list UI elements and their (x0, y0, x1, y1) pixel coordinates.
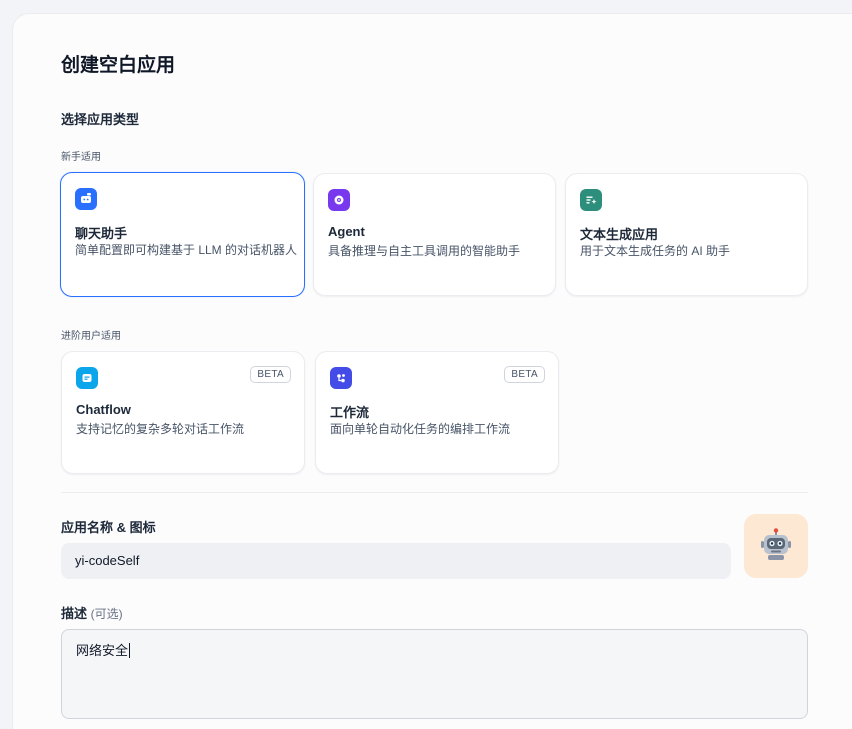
card-description: 用于文本生成任务的 AI 助手 (580, 244, 731, 258)
beginner-label: 新手适用 (61, 152, 101, 163)
description-label: 描述 (可选) (61, 603, 123, 622)
description-value: 网络安全 (76, 643, 129, 658)
text-caret (129, 643, 131, 658)
dialog-title: 创建空白应用 (61, 55, 176, 76)
text-generator-icon (580, 189, 602, 211)
robot-emoji-icon (759, 527, 793, 566)
card-description: 具备推理与自主工具调用的智能助手 (328, 244, 521, 258)
app-type-card-chat-assistant[interactable]: 聊天助手 简单配置即可构建基于 LLM 的对话机器人 (60, 172, 305, 297)
description-textarea[interactable]: 网络安全 (61, 629, 808, 719)
app-type-card-workflow[interactable]: BETA 工作流 面向单轮自动化任务的编排工作流 (315, 351, 559, 474)
create-app-dialog: 创建空白应用 选择应用类型 新手适用 聊天助手 简单配置即可构建基于 LLM 的… (13, 14, 852, 729)
app-name-label: 应用名称 & 图标 (61, 520, 156, 535)
card-title: 聊天助手 (75, 226, 128, 241)
card-title: Chatflow (76, 402, 131, 417)
card-description: 面向单轮自动化任务的编排工作流 (330, 422, 511, 436)
app-type-card-chatflow[interactable]: BETA Chatflow 支持记忆的复杂多轮对话工作流 (61, 351, 305, 474)
card-description: 简单配置即可构建基于 LLM 的对话机器人 (75, 243, 298, 257)
agent-icon (328, 189, 350, 211)
section-divider (61, 492, 808, 493)
card-description: 支持记忆的复杂多轮对话工作流 (76, 422, 245, 436)
card-title: 工作流 (330, 405, 370, 420)
chatflow-icon (76, 367, 98, 389)
app-type-card-agent[interactable]: Agent 具备推理与自主工具调用的智能助手 (313, 173, 556, 296)
description-label-text: 描述 (61, 606, 88, 621)
advanced-label: 进阶用户适用 (61, 331, 121, 342)
app-type-card-text-generator[interactable]: 文本生成应用 用于文本生成任务的 AI 助手 (565, 173, 808, 296)
card-title: Agent (328, 224, 365, 239)
app-icon-picker[interactable] (744, 514, 808, 578)
chat-bot-icon (75, 188, 97, 210)
app-type-heading: 选择应用类型 (61, 112, 140, 127)
workflow-icon (330, 367, 352, 389)
card-title: 文本生成应用 (580, 227, 659, 242)
beta-badge: BETA (504, 366, 545, 383)
beta-badge: BETA (250, 366, 291, 383)
app-name-input[interactable]: yi-codeSelf (61, 543, 731, 579)
optional-hint: (可选) (90, 607, 123, 621)
